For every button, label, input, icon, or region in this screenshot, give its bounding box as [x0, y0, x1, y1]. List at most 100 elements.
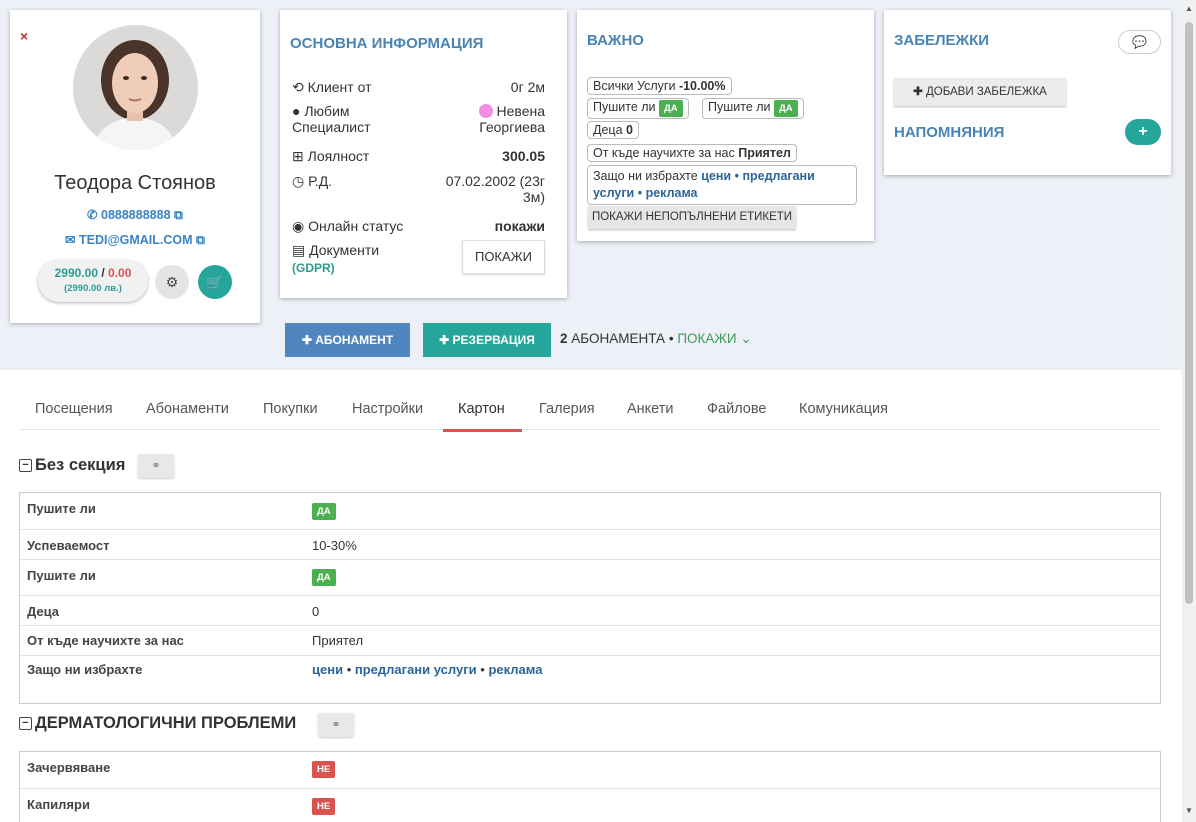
balance-paid: 2990.00: [54, 266, 98, 280]
tab-visits[interactable]: Посещения: [35, 401, 113, 417]
share-icon: ⚭: [151, 460, 161, 472]
tag-smoke-label: Пушите ли: [593, 100, 656, 114]
documents-sub: (GDPR): [292, 261, 335, 275]
phone-link[interactable]: ✆ 0888888888 ⧉: [10, 207, 260, 223]
documents-label: Документи: [309, 242, 380, 258]
share-icon: ⚭: [331, 719, 341, 731]
scroll-down-icon[interactable]: ▼: [1185, 806, 1193, 815]
table-row: От къде научихте за нас Приятел: [20, 625, 1160, 655]
important-card: ВАЖНО Всички Услуги -10.00% Пушите ли ДА…: [577, 10, 874, 241]
plus-icon: ✚: [301, 333, 312, 347]
table-row: Зачервяване НЕ: [20, 752, 1160, 788]
tab-subscriptions[interactable]: Абонаменти: [146, 401, 229, 417]
specialist-color-dot: [478, 104, 493, 118]
section-settings-button[interactable]: ⚭: [318, 713, 354, 737]
tab-communication[interactable]: Комуникация: [799, 401, 888, 417]
gear-icon: ⚙: [165, 274, 179, 290]
balance-separator: /: [98, 266, 109, 280]
basic-info-card: ОСНОВНА ИНФОРМАЦИЯ ⟲ Клиент от 0г 2м ● Л…: [280, 10, 567, 298]
scrollbar[interactable]: ▲ ▼: [1182, 0, 1196, 822]
row-key: Защо ни избрахте: [27, 662, 143, 677]
scrollbar-thumb[interactable]: [1185, 22, 1193, 604]
copy-icon[interactable]: ⧉: [196, 233, 205, 247]
clock-icon: ◷: [292, 173, 305, 189]
why-link-prices[interactable]: цени: [312, 662, 343, 677]
row-value: 0: [312, 604, 320, 619]
favorite-label-2: Специалист: [292, 119, 371, 135]
why-link-prices[interactable]: цени: [701, 169, 731, 183]
tab-files[interactable]: Файлове: [707, 401, 766, 417]
avatar[interactable]: [73, 25, 198, 150]
active-tab-indicator: [443, 429, 522, 432]
dob-value-2: 3м): [522, 189, 545, 205]
client-since-row: ⟲ Клиент от 0г 2м: [292, 79, 545, 99]
client-since-value: 0г 2м: [510, 79, 545, 95]
balance-pill[interactable]: 2990.00 / 0.00 (2990.00 лв.): [38, 260, 148, 302]
show-empty-tags-button[interactable]: ПОКАЖИ НЕПОПЪЛНЕНИ ЕТИКЕТИ: [588, 206, 796, 229]
add-subscription-button[interactable]: ✚ АБОНАМЕНТ: [285, 323, 410, 357]
globe-icon: ◉: [292, 218, 305, 234]
why-dot: •: [637, 186, 643, 200]
row-key: Пушите ли: [27, 501, 96, 516]
collapse-icon[interactable]: −: [19, 717, 32, 731]
loyalty-value: 300.05: [502, 148, 545, 164]
basic-info-title: ОСНОВНА ИНФОРМАЦИЯ: [290, 35, 484, 52]
online-show-link[interactable]: покажи: [495, 218, 545, 234]
tag-smoke-label: Пушите ли: [708, 100, 771, 114]
why-link-services[interactable]: услуги: [593, 186, 634, 200]
table-row: Пушите ли ДА: [20, 493, 1160, 529]
comment-icon[interactable]: 💬: [1118, 30, 1161, 54]
cart-button[interactable]: 🛒: [198, 265, 232, 299]
yes-badge: ДА: [774, 100, 798, 117]
word-doc-icon: ▤: [292, 242, 306, 258]
add-reservation-button[interactable]: ✚ РЕЗЕРВАЦИЯ: [423, 323, 551, 357]
table-row: Защо ни избрахте цени • предлагани услуг…: [20, 655, 1160, 703]
copy-icon[interactable]: ⧉: [174, 208, 183, 222]
close-icon[interactable]: ×: [20, 28, 28, 44]
yes-badge: ДА: [312, 503, 336, 520]
section-title: Без секция: [35, 456, 126, 474]
yes-badge: ДА: [312, 569, 336, 586]
row-value: Приятел: [312, 633, 364, 648]
collapse-icon[interactable]: −: [19, 459, 32, 473]
notes-card: ЗАБЕЛЕЖКИ 💬 ✚ ДОБАВИ ЗАБЕЛЕЖКА НАПОМНЯНИ…: [884, 10, 1171, 175]
important-title: ВАЖНО: [587, 32, 644, 49]
loyalty-label: Лоялност: [307, 148, 370, 164]
email-link[interactable]: ✉ TEDI@GMAIL.COM ⧉: [10, 232, 260, 248]
tab-settings[interactable]: Настройки: [352, 401, 423, 417]
subs-show-link[interactable]: ПОКАЖИ ⌄: [677, 331, 751, 346]
tab-card[interactable]: Картон: [458, 401, 505, 417]
tab-surveys[interactable]: Анкети: [627, 401, 674, 417]
documents-show-button[interactable]: ПОКАЖИ: [462, 240, 545, 274]
cart-icon: 🛒: [206, 274, 224, 290]
why-link-ads[interactable]: реклама: [646, 186, 698, 200]
add-reminder-button[interactable]: +: [1125, 119, 1161, 145]
favorite-specialist-row: ● Любим Специалист Невена Георгиева: [292, 103, 545, 143]
add-note-label: ДОБАВИ ЗАБЕЛЕЖКА: [925, 86, 1047, 98]
yes-badge: ДА: [659, 100, 683, 117]
add-note-button[interactable]: ✚ ДОБАВИ ЗАБЕЛЕЖКА: [894, 78, 1066, 106]
row-key: Пушите ли: [27, 568, 96, 583]
table-row: Капиляри НЕ: [20, 788, 1160, 822]
plus-icon: ✚: [913, 86, 923, 98]
tab-purchases[interactable]: Покупки: [263, 401, 318, 417]
why-link-offered[interactable]: предлагани: [742, 169, 814, 183]
reservation-label: РЕЗЕРВАЦИЯ: [452, 333, 535, 347]
subscription-label: АБОНАМЕНТ: [315, 333, 394, 347]
row-key: Успеваемост: [27, 538, 110, 553]
why-link-ads[interactable]: реклама: [488, 662, 542, 677]
section-header: − Без секция: [19, 456, 125, 475]
subscriptions-count: 2 АБОНАМЕНТА • ПОКАЖИ ⌄: [560, 331, 752, 347]
why-dot: •: [346, 662, 352, 677]
user-icon: ●: [292, 103, 301, 119]
tag-smoke-2: Пушите ли ДА: [702, 98, 804, 119]
why-link-offered-services[interactable]: предлагани услуги: [355, 662, 477, 677]
section-settings-button[interactable]: ⚭: [138, 454, 174, 478]
scroll-up-icon[interactable]: ▲: [1185, 4, 1193, 13]
favorite-value-1: Невена: [496, 103, 545, 119]
settings-button[interactable]: ⚙: [155, 265, 189, 299]
tab-gallery[interactable]: Галерия: [539, 401, 595, 417]
why-dot: •: [734, 169, 739, 183]
phone-icon: ✆: [87, 208, 98, 222]
online-label: Онлайн статус: [308, 218, 404, 234]
